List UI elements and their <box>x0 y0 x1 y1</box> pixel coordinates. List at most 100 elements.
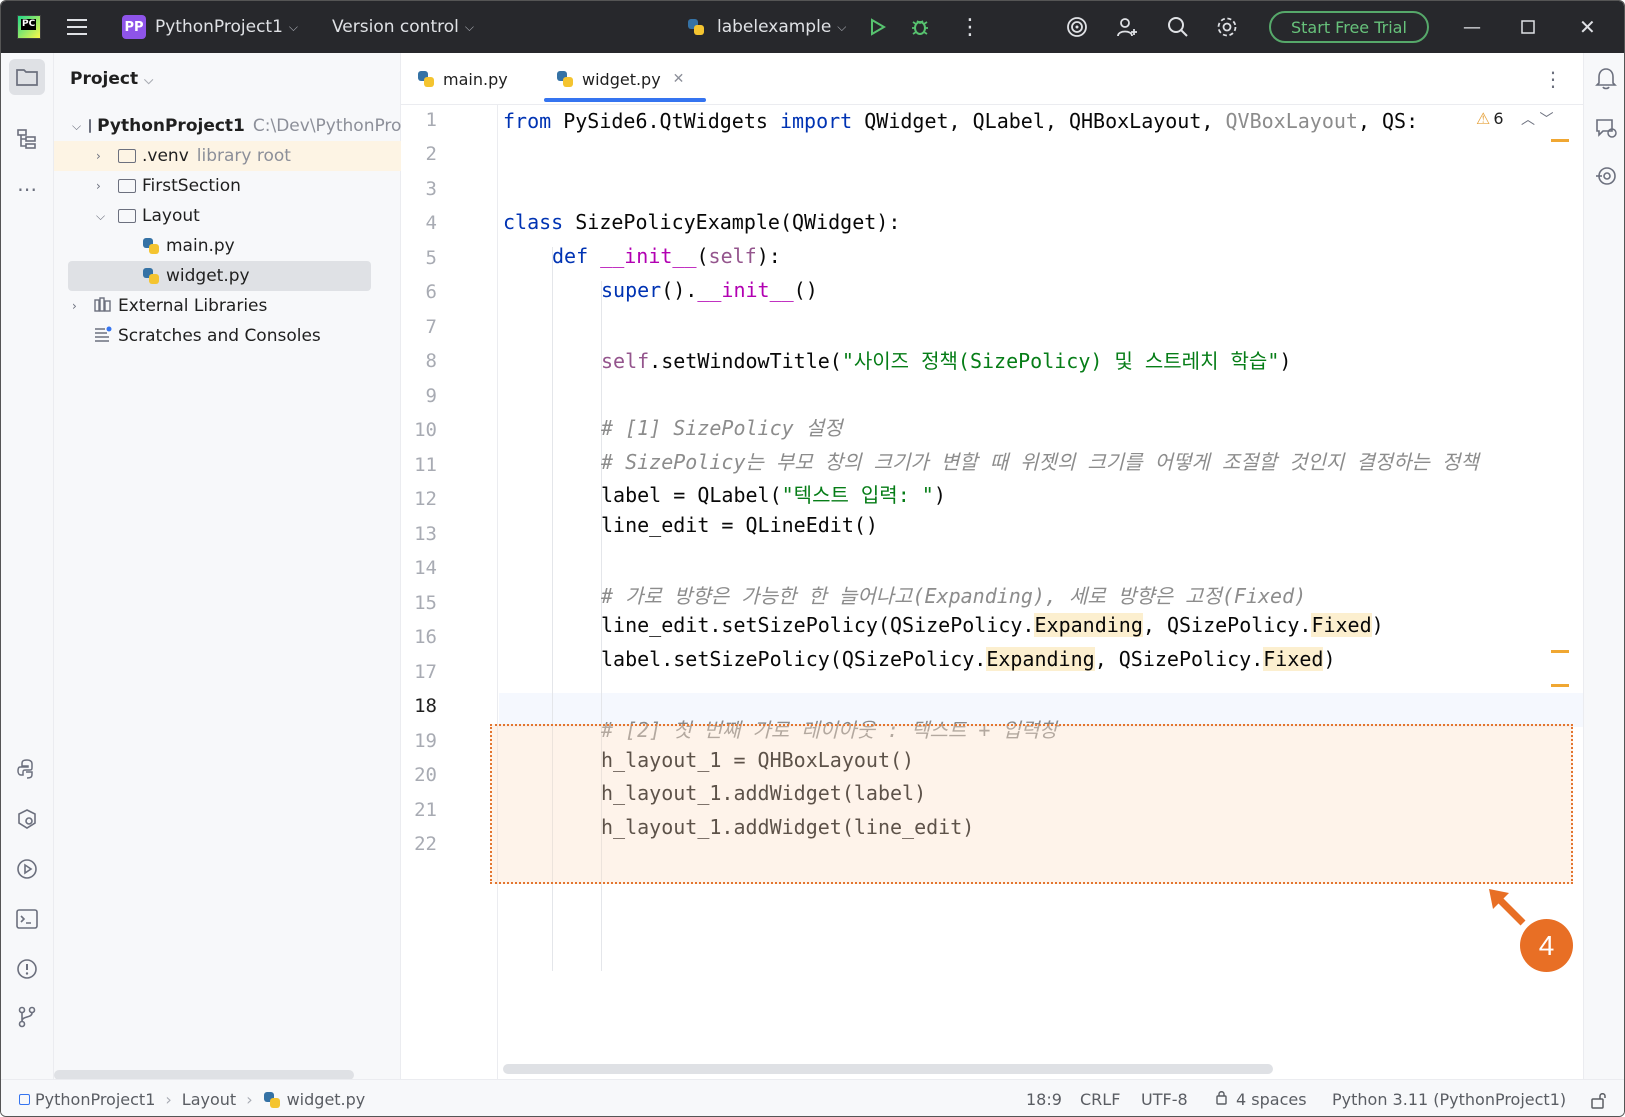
code-token: QVBoxLayout <box>1225 109 1358 133</box>
tree-item-project-root[interactable]: ⌵ PythonProject1 C:\Dev\PythonProj <box>54 111 406 141</box>
pycharm-logo[interactable]: PC <box>17 15 41 39</box>
indent-setting[interactable]: 4 spaces <box>1215 1080 1307 1116</box>
error-stripe-mark[interactable] <box>1551 684 1569 687</box>
ai-assistant-icon[interactable] <box>1065 1 1089 53</box>
line-number: 21 <box>414 799 437 821</box>
project-tool-icon[interactable] <box>9 59 45 95</box>
line-ending[interactable]: CRLF <box>1080 1080 1120 1116</box>
close-icon[interactable]: ✕ <box>1579 1 1596 53</box>
project-badge[interactable]: PP <box>122 15 146 39</box>
code-token: __init__ <box>697 278 794 302</box>
minimize-icon[interactable]: — <box>1463 1 1481 53</box>
start-free-trial-button[interactable]: Start Free Trial <box>1269 11 1429 43</box>
breadcrumb-item[interactable]: Layout <box>182 1090 236 1109</box>
problems-icon[interactable] <box>9 951 45 987</box>
inspection-nav[interactable]: ︿ ﹀ <box>1521 109 1553 129</box>
code-editor[interactable]: 1 2 3 4 5 6 7 8 9 10 11 12 13 14 15 16 1… <box>401 105 1583 1079</box>
chevron-down-icon[interactable]: ⌵ <box>96 209 110 224</box>
line-number: 18 <box>414 695 437 717</box>
caret-position[interactable]: 18:9 <box>1026 1080 1062 1116</box>
version-control-menu[interactable]: Version control ⌵ <box>332 1 474 53</box>
chevron-down-icon[interactable]: ⌵ <box>72 119 81 134</box>
git-icon[interactable] <box>9 999 45 1035</box>
run-configuration-selector[interactable]: labelexample ⌵ <box>717 1 846 53</box>
line-number: 8 <box>425 350 437 372</box>
chevron-right-icon[interactable]: › <box>96 179 110 193</box>
search-icon[interactable] <box>1166 1 1190 53</box>
tree-item-label: .venv <box>142 146 189 166</box>
run-tool-icon[interactable] <box>9 851 45 887</box>
code-token: self <box>708 244 757 268</box>
tree-item-venv[interactable]: › .venv library root <box>54 141 401 171</box>
main-menu-icon[interactable] <box>65 1 91 53</box>
code-token: PySide6.QtWidgets <box>551 109 780 133</box>
chevron-right-icon[interactable]: › <box>72 299 86 313</box>
code-token: super <box>601 278 662 302</box>
project-name: PythonProject1 <box>155 17 283 37</box>
gear-icon[interactable] <box>1215 1 1239 53</box>
code-line-12: label = QLabel("텍스트 입력: ") <box>601 483 946 507</box>
tree-item-label: widget.py <box>166 266 250 286</box>
line-number-gutter: 1 2 3 4 5 6 7 8 9 10 11 12 13 14 15 16 1… <box>401 105 498 1079</box>
tree-item-external-libraries[interactable]: › External Libraries <box>54 291 401 321</box>
structure-tool-icon[interactable] <box>9 121 45 157</box>
tree-item-main-py[interactable]: main.py <box>54 231 401 261</box>
inspection-warnings[interactable]: ⚠ 6 <box>1476 109 1504 128</box>
code-token: __init__ <box>600 244 697 268</box>
module-icon <box>19 1094 30 1105</box>
line-number: 17 <box>414 661 437 683</box>
terminal-icon[interactable] <box>9 901 45 937</box>
breadcrumb-item[interactable]: PythonProject1 <box>35 1090 155 1109</box>
tree-item-scratches[interactable]: Scratches and Consoles <box>54 321 401 351</box>
ai-chat-icon[interactable] <box>1593 115 1619 141</box>
breadcrumb: PythonProject1 › Layout › widget.py <box>19 1080 366 1116</box>
chevron-up-icon[interactable]: ︿ <box>1521 112 1535 128</box>
editor-horizontal-scrollbar[interactable] <box>503 1064 1273 1074</box>
run-icon[interactable] <box>867 1 887 53</box>
code-area[interactable]: from PySide6.QtWidgets import QWidget, Q… <box>503 105 1578 1079</box>
annotation-highlight-box <box>490 724 1573 884</box>
tab-label: widget.py <box>582 69 661 89</box>
line-number: 3 <box>425 178 437 200</box>
tree-item-label: External Libraries <box>118 296 268 316</box>
python-packages-icon[interactable] <box>9 751 45 787</box>
chevron-right-icon: › <box>246 1090 253 1109</box>
add-user-icon[interactable] <box>1115 1 1139 53</box>
line-number: 15 <box>414 592 437 614</box>
more-tools-icon[interactable]: ⋯ <box>9 171 45 207</box>
code-token: Fixed <box>1263 647 1324 671</box>
error-stripe-mark[interactable] <box>1551 650 1569 653</box>
file-encoding[interactable]: UTF-8 <box>1141 1080 1188 1116</box>
lock-icon[interactable] <box>1590 1080 1608 1116</box>
code-token: .setWindowTitle( <box>649 349 842 373</box>
close-tab-icon[interactable]: ✕ <box>673 71 685 87</box>
line-number: 13 <box>414 523 437 545</box>
python-icon <box>687 1 711 53</box>
chevron-down-icon[interactable]: ﹀ <box>1539 112 1553 128</box>
tab-main-py[interactable]: main.py <box>417 53 508 105</box>
line-number: 2 <box>425 143 437 165</box>
left-tool-strip: ⋯ <box>1 53 54 1080</box>
services-icon[interactable] <box>9 801 45 837</box>
breadcrumb-item[interactable]: widget.py <box>287 1090 366 1109</box>
maximize-icon[interactable] <box>1521 1 1535 53</box>
debug-icon[interactable] <box>909 1 931 53</box>
project-switcher[interactable]: PythonProject1 ⌵ <box>155 1 298 53</box>
tab-label: main.py <box>443 69 508 89</box>
tree-item-widget-py[interactable]: widget.py <box>68 261 371 291</box>
error-stripe-mark[interactable] <box>1551 139 1569 142</box>
tree-item-label: FirstSection <box>142 176 241 196</box>
chevron-right-icon[interactable]: › <box>96 149 110 163</box>
tree-item-label: main.py <box>166 236 235 256</box>
tree-item-firstsection[interactable]: › FirstSection <box>54 171 401 201</box>
notifications-icon[interactable] <box>1593 65 1619 91</box>
tree-item-layout[interactable]: ⌵ Layout <box>54 201 401 231</box>
line-number: 22 <box>414 833 437 855</box>
python-file-icon <box>142 237 160 255</box>
coverage-icon[interactable] <box>1593 163 1619 189</box>
tab-options-icon[interactable]: ⋮ <box>1543 67 1563 91</box>
more-actions-icon[interactable]: ⋮ <box>959 1 981 53</box>
line-number: 11 <box>414 454 437 476</box>
python-interpreter[interactable]: Python 3.11 (PythonProject1) <box>1332 1080 1566 1116</box>
project-panel-title[interactable]: Project ⌵ <box>70 69 153 89</box>
